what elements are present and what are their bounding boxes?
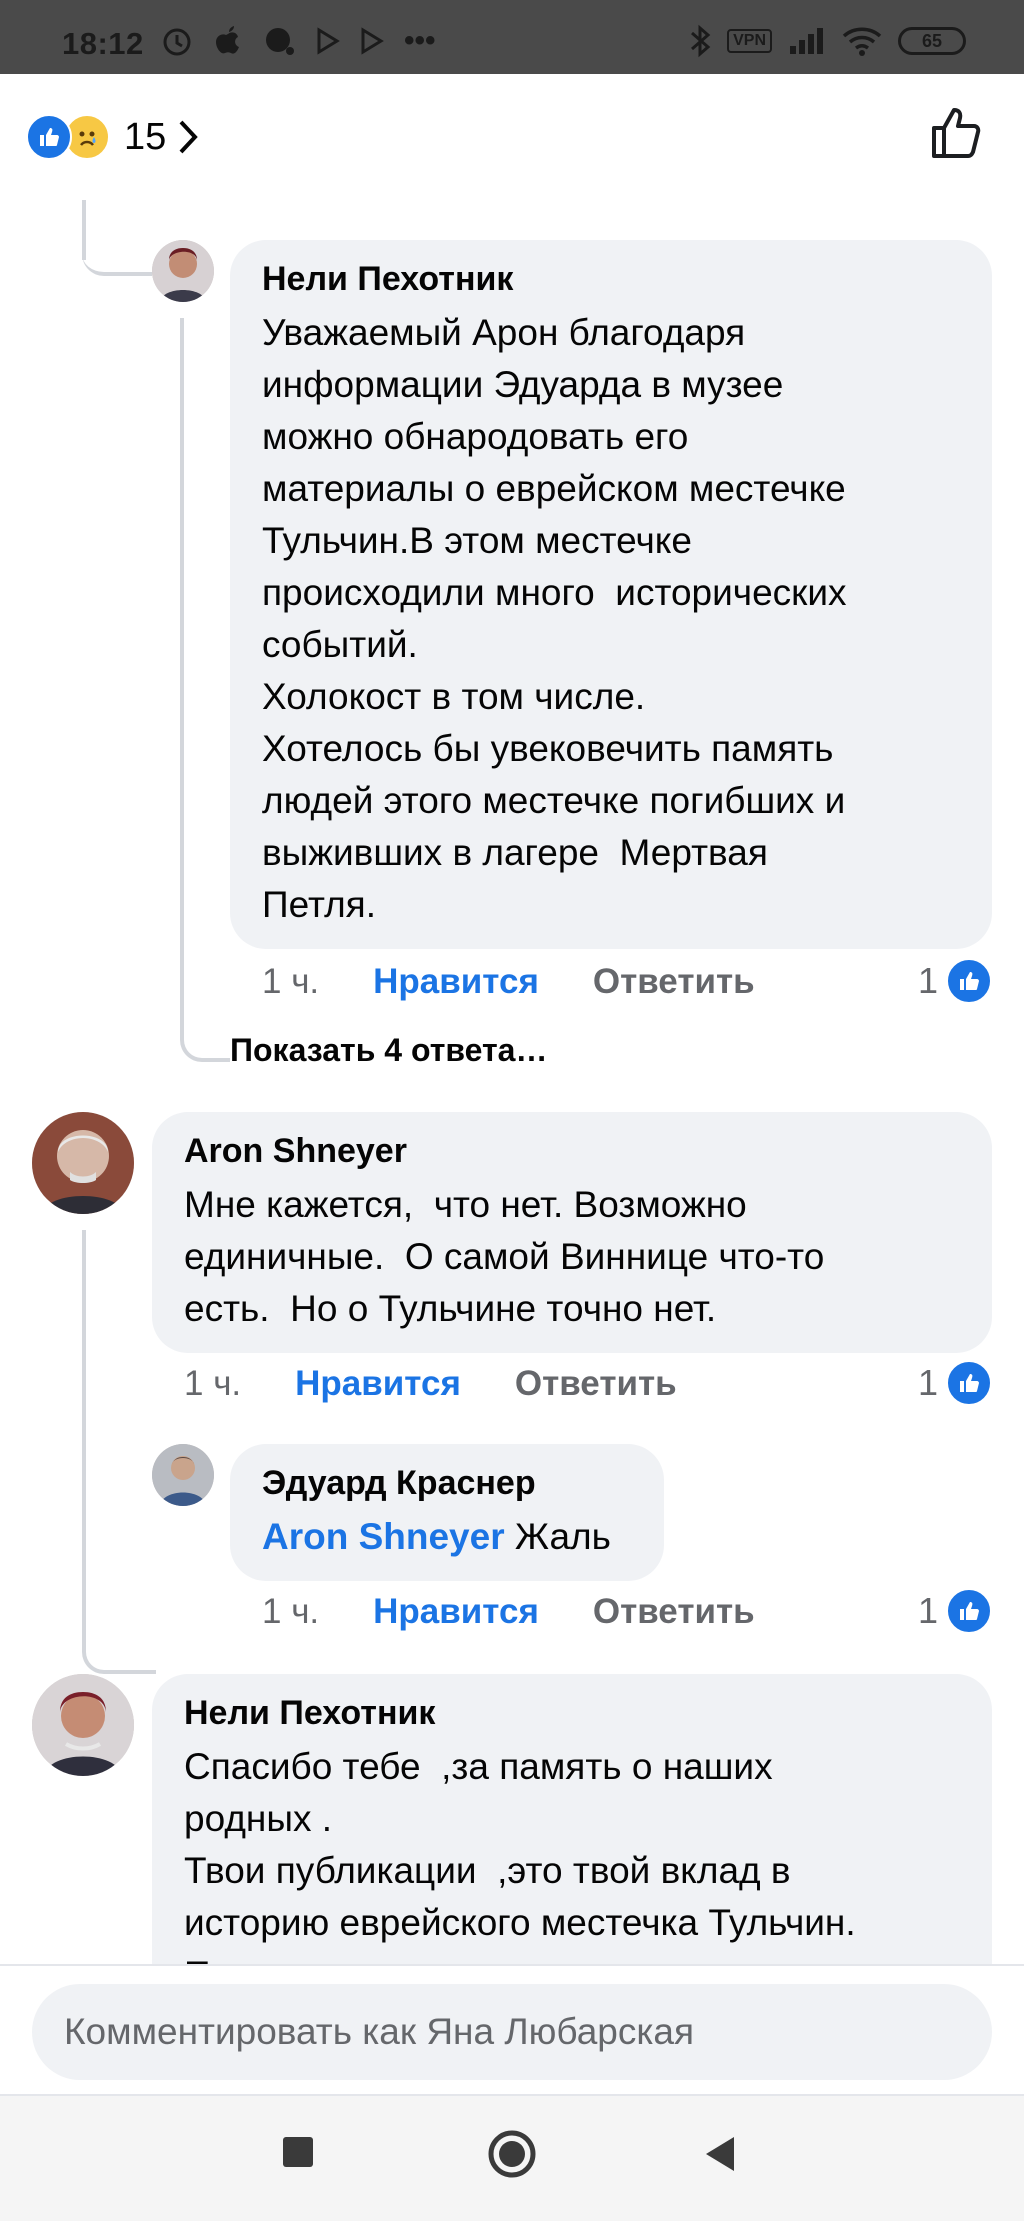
reactions-summary[interactable]: 15 (26, 114, 200, 160)
status-icons-right: VPN 65 (689, 24, 966, 58)
vpn-badge: VPN (727, 29, 772, 53)
comment-author[interactable]: Aron Shneyer (184, 1132, 962, 1171)
like-count: 1 (918, 960, 939, 1001)
comment-text: Мне кажется, что нет. Возможно единичные… (184, 1184, 825, 1329)
avatar[interactable] (152, 240, 214, 302)
play-icon (317, 27, 340, 55)
home-icon[interactable] (486, 2128, 538, 2180)
like-icon (26, 114, 72, 160)
comment-bubble: Нели Пехотник Уважаемый Арон благодаря и… (230, 240, 992, 949)
comments-list[interactable]: Нели Пехотник Уважаемый Арон благодаря и… (0, 200, 1024, 1964)
like-icon (946, 958, 993, 1004)
comment-text: Aron Shneyer Жаль (262, 1511, 634, 1563)
system-nav-bar (0, 2094, 1024, 2221)
comment-time[interactable]: 1 ч. (184, 1364, 241, 1404)
reply-button[interactable]: Ответить (593, 1592, 755, 1632)
reaction-count[interactable]: 1 (918, 1360, 993, 1406)
like-icon (946, 1588, 993, 1634)
thread-connector (82, 1230, 156, 1674)
apple-icon (216, 26, 239, 54)
reply-button[interactable]: Ответить (515, 1364, 677, 1404)
battery-indicator: 65 (898, 27, 966, 55)
comment-author[interactable]: Эдуард Краснер (262, 1464, 634, 1503)
stop-icon[interactable] (280, 2134, 316, 2170)
thread-connector (82, 200, 152, 276)
comment-author[interactable]: Нели Пехотник (184, 1694, 962, 1733)
mention-link[interactable]: Aron Shneyer (262, 1516, 505, 1557)
thread-connector (180, 318, 230, 1062)
show-replies-link[interactable]: Показать 4 ответа… (230, 1032, 547, 1069)
chat-icon (266, 28, 294, 55)
like-count: 1 (918, 1590, 939, 1631)
avatar[interactable] (32, 1674, 134, 1776)
comment-text: Уважаемый Арон благодаря информации Эдуа… (262, 312, 847, 925)
back-icon[interactable] (702, 2134, 738, 2174)
comment-input-placeholder: Комментировать как Яна Любарская (64, 2011, 694, 2052)
more-notifications-icon: ••• (404, 24, 436, 57)
comment-bubble: Нели Пехотник Спасибо тебе ,за память о … (152, 1674, 992, 1964)
like-button[interactable]: Нравится (373, 962, 539, 1002)
comment-time[interactable]: 1 ч. (262, 962, 319, 1002)
bluetooth-icon (691, 24, 711, 58)
comment-bubble: Эдуард Краснер Aron Shneyer Жаль (230, 1444, 664, 1581)
like-icon (946, 1360, 993, 1406)
comment-composer-bar: Комментировать как Яна Любарская (0, 1964, 1024, 2096)
comment-text-body: Жаль (504, 1516, 611, 1557)
alarm-icon (163, 28, 191, 56)
play-icon (361, 27, 384, 55)
like-count: 1 (918, 1362, 939, 1403)
comment-bubble: Aron Shneyer Мне кажется, что нет. Возмо… (152, 1112, 992, 1353)
comment-actions: 1 ч. Нравится Ответить (184, 1364, 677, 1404)
avatar[interactable] (152, 1444, 214, 1506)
signal-icon (790, 28, 823, 54)
reaction-count[interactable]: 1 (918, 1588, 993, 1634)
comments-header: 15 (0, 74, 1024, 200)
comment-input[interactable]: Комментировать как Яна Любарская (32, 1984, 992, 2080)
status-bar: 18:12 ••• VPN 65 (0, 0, 1024, 74)
thumbs-up-icon[interactable] (928, 104, 986, 162)
comment-text: Спасибо тебе ,за память о наших родных .… (184, 1746, 856, 1964)
comment-author[interactable]: Нели Пехотник (262, 260, 962, 299)
comment-time[interactable]: 1 ч. (262, 1592, 319, 1632)
like-button[interactable]: Нравится (373, 1592, 539, 1632)
like-button[interactable]: Нравится (295, 1364, 461, 1404)
reaction-count[interactable]: 1 (918, 958, 993, 1004)
avatar[interactable] (32, 1112, 134, 1214)
comment-actions: 1 ч. Нравится Ответить (262, 1592, 755, 1632)
battery-level: 65 (921, 30, 943, 51)
reaction-count: 15 (124, 115, 167, 158)
chevron-right-icon (179, 120, 199, 154)
wifi-icon (842, 27, 882, 56)
status-icons-left: ••• (160, 24, 436, 58)
comment-actions: 1 ч. Нравится Ответить (262, 962, 755, 1002)
reply-button[interactable]: Ответить (593, 962, 755, 1002)
status-time: 18:12 (62, 26, 144, 61)
